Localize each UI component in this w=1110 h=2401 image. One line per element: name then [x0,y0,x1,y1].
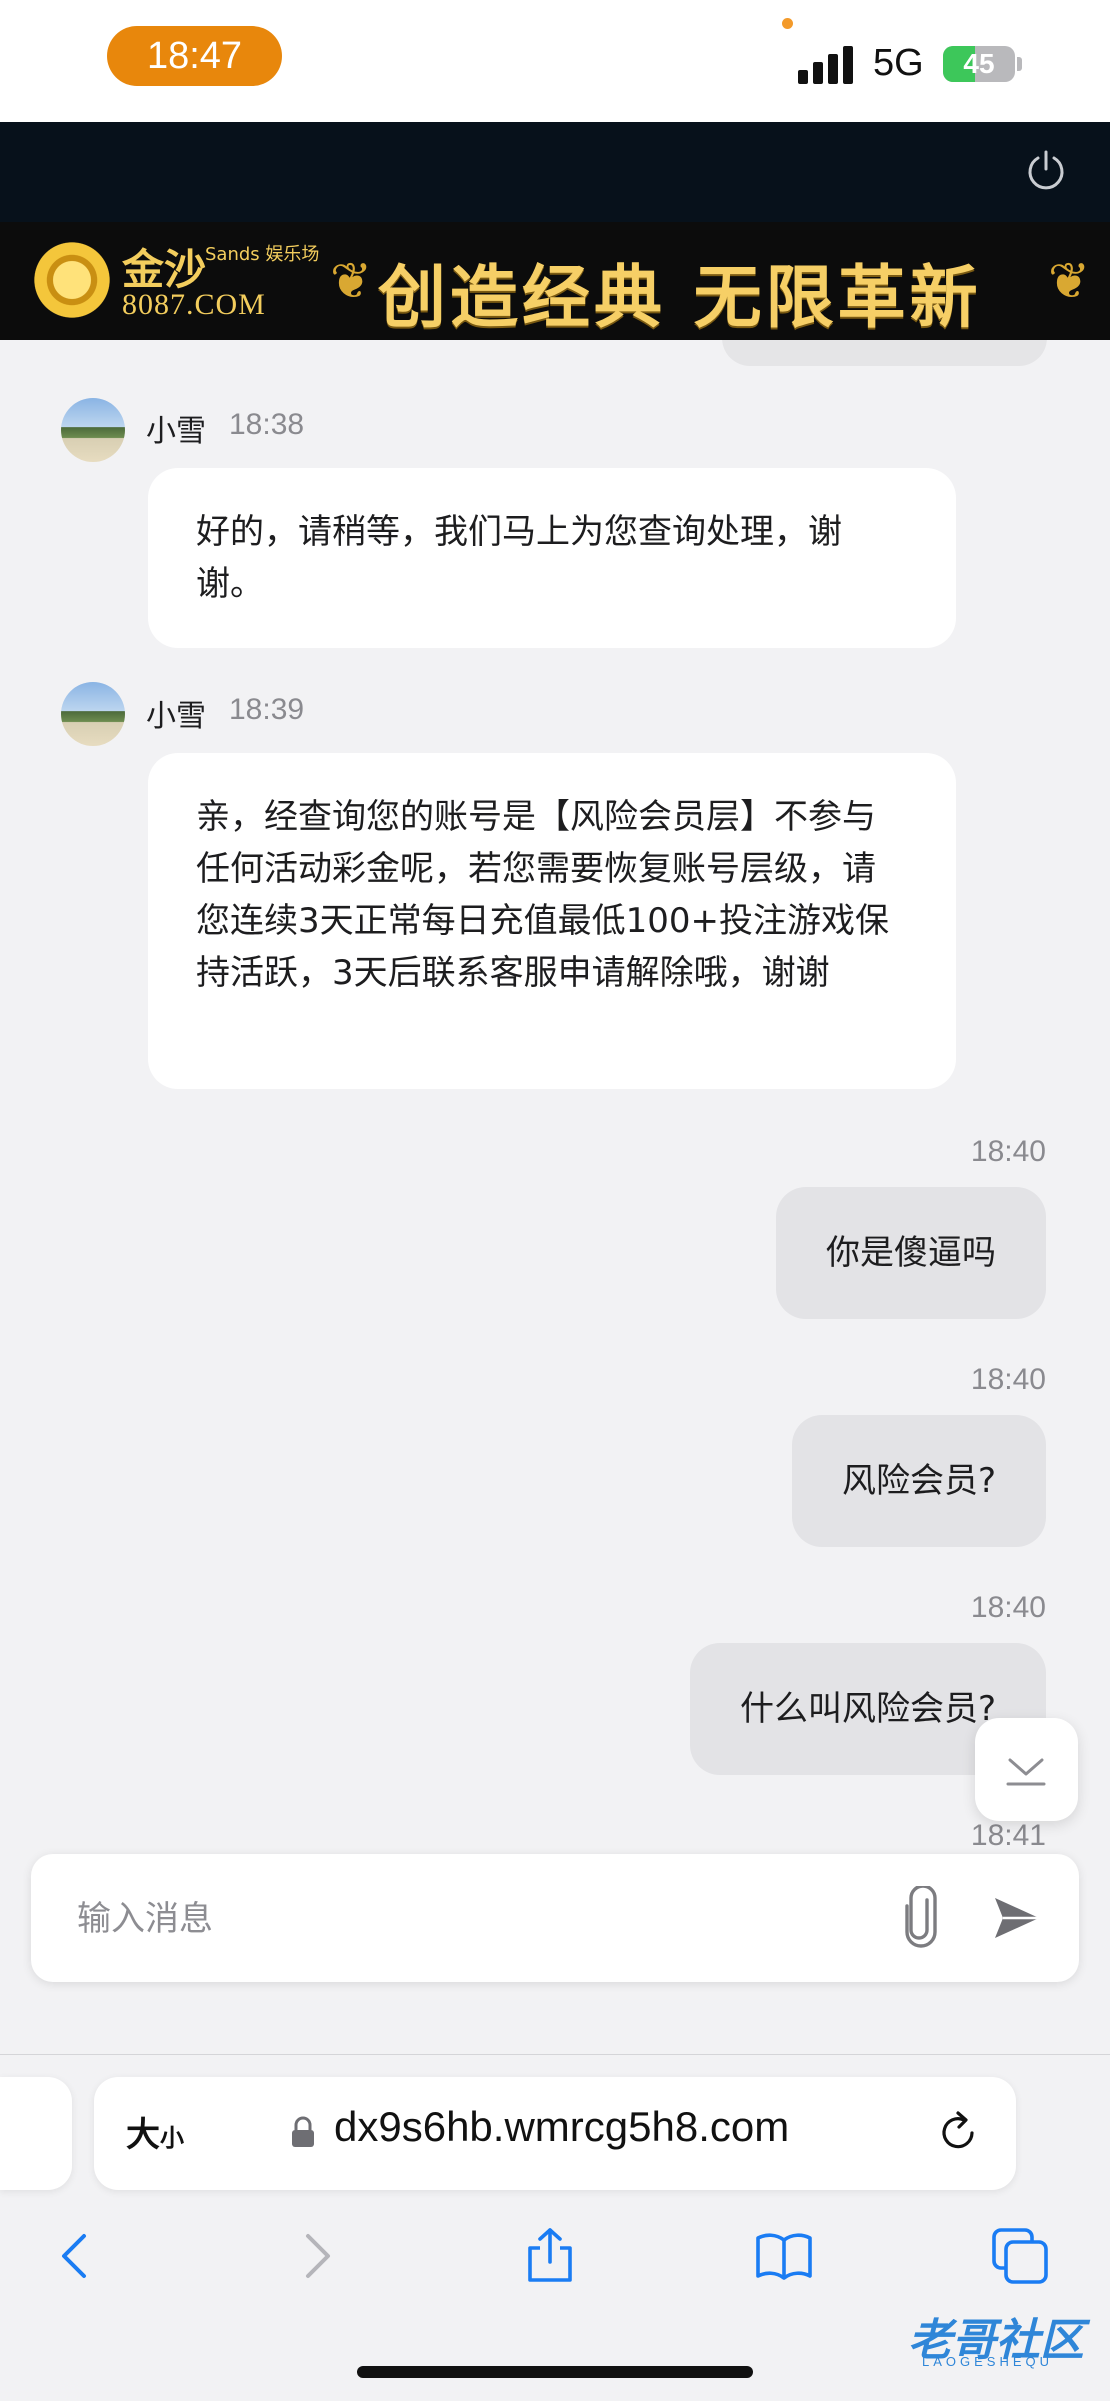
message-time: 18:39 [229,693,305,726]
recording-indicator-dot [782,18,793,29]
watermark-logo: 老哥社区 LAOGESHEQU [870,2300,1100,2370]
forward-icon[interactable] [286,2226,346,2286]
incoming-message-bubble: 好的，请稍等，我们马上为您查询处理，谢谢。 [148,468,956,648]
send-icon[interactable] [989,1890,1045,1946]
previous-message-bubble [722,340,1047,366]
battery-percent: 45 [963,48,995,79]
brand-subtitle: Sands 娱乐场 [205,244,320,265]
message-composer [31,1854,1079,1982]
agent-avatar [61,398,125,462]
message-input[interactable] [75,1888,859,1950]
back-icon[interactable] [46,2226,106,2286]
status-time: 18:47 [107,26,282,86]
message-time: 18:38 [229,408,305,441]
message-time: 18:40 [970,1591,1046,1624]
battery-tip [1017,57,1022,71]
outgoing-message-bubble: 你是傻逼吗 [776,1187,1046,1319]
paperclip-icon[interactable] [893,1886,949,1950]
message-time: 18:40 [970,1363,1046,1396]
bookmarks-icon[interactable] [754,2226,814,2286]
url-text[interactable]: dx9s6hb.wmrcg5h8.com [334,2103,789,2151]
chevron-down-icon [1006,1758,1046,1786]
sands-logo-icon [28,236,116,324]
message-time: 18:40 [970,1135,1046,1168]
chat-thread[interactable]: 小雪 18:38 好的，请稍等，我们马上为您查询处理，谢谢。 小雪 18:39 … [0,340,1110,1860]
promo-banner: 金沙 Sands 娱乐场 8087.COM ❦ 创造经典 无限革新 ❦ [0,222,1110,340]
network-type: 5G [873,42,924,84]
message-sender: 小雪 [146,699,206,734]
battery-icon: 45 [943,46,1015,82]
text-size-small: 小 [160,2124,184,2152]
message-sender: 小雪 [146,414,206,449]
banner-slogan: 创造经典 无限革新 [378,258,982,338]
home-indicator[interactable] [357,2366,753,2378]
ornament-right-icon: ❦ [1048,252,1090,310]
power-icon[interactable] [1024,148,1068,192]
text-size-button[interactable]: 大小 [126,2107,184,2156]
lock-icon [292,2116,314,2147]
message-time: 18:41 [970,1819,1046,1852]
ornament-left-icon: ❦ [330,252,372,310]
agent-avatar [61,682,125,746]
incoming-message-bubble: 亲，经查询您的账号是【风险会员层】不参与任何活动彩金呢，若您需要恢复账号层级，请… [148,753,956,1089]
share-icon[interactable] [520,2226,580,2286]
previous-tab-preview[interactable] [0,2077,72,2190]
watermark-latin: LAOGESHEQU [922,2354,1054,2369]
scroll-to-bottom-button[interactable] [975,1718,1078,1821]
address-bar[interactable]: 大小 dx9s6hb.wmrcg5h8.com [94,2077,1016,2190]
site-header [0,122,1110,222]
tabs-icon[interactable] [990,2226,1050,2286]
cellular-signal-icon [798,44,858,84]
reload-icon[interactable] [934,2107,984,2157]
status-bar: 18:47 5G 45 [0,0,1110,122]
brand-domain: 8087.COM [122,288,266,321]
text-size-large: 大 [126,2115,160,2155]
outgoing-message-bubble: 风险会员? [791,1415,1046,1547]
